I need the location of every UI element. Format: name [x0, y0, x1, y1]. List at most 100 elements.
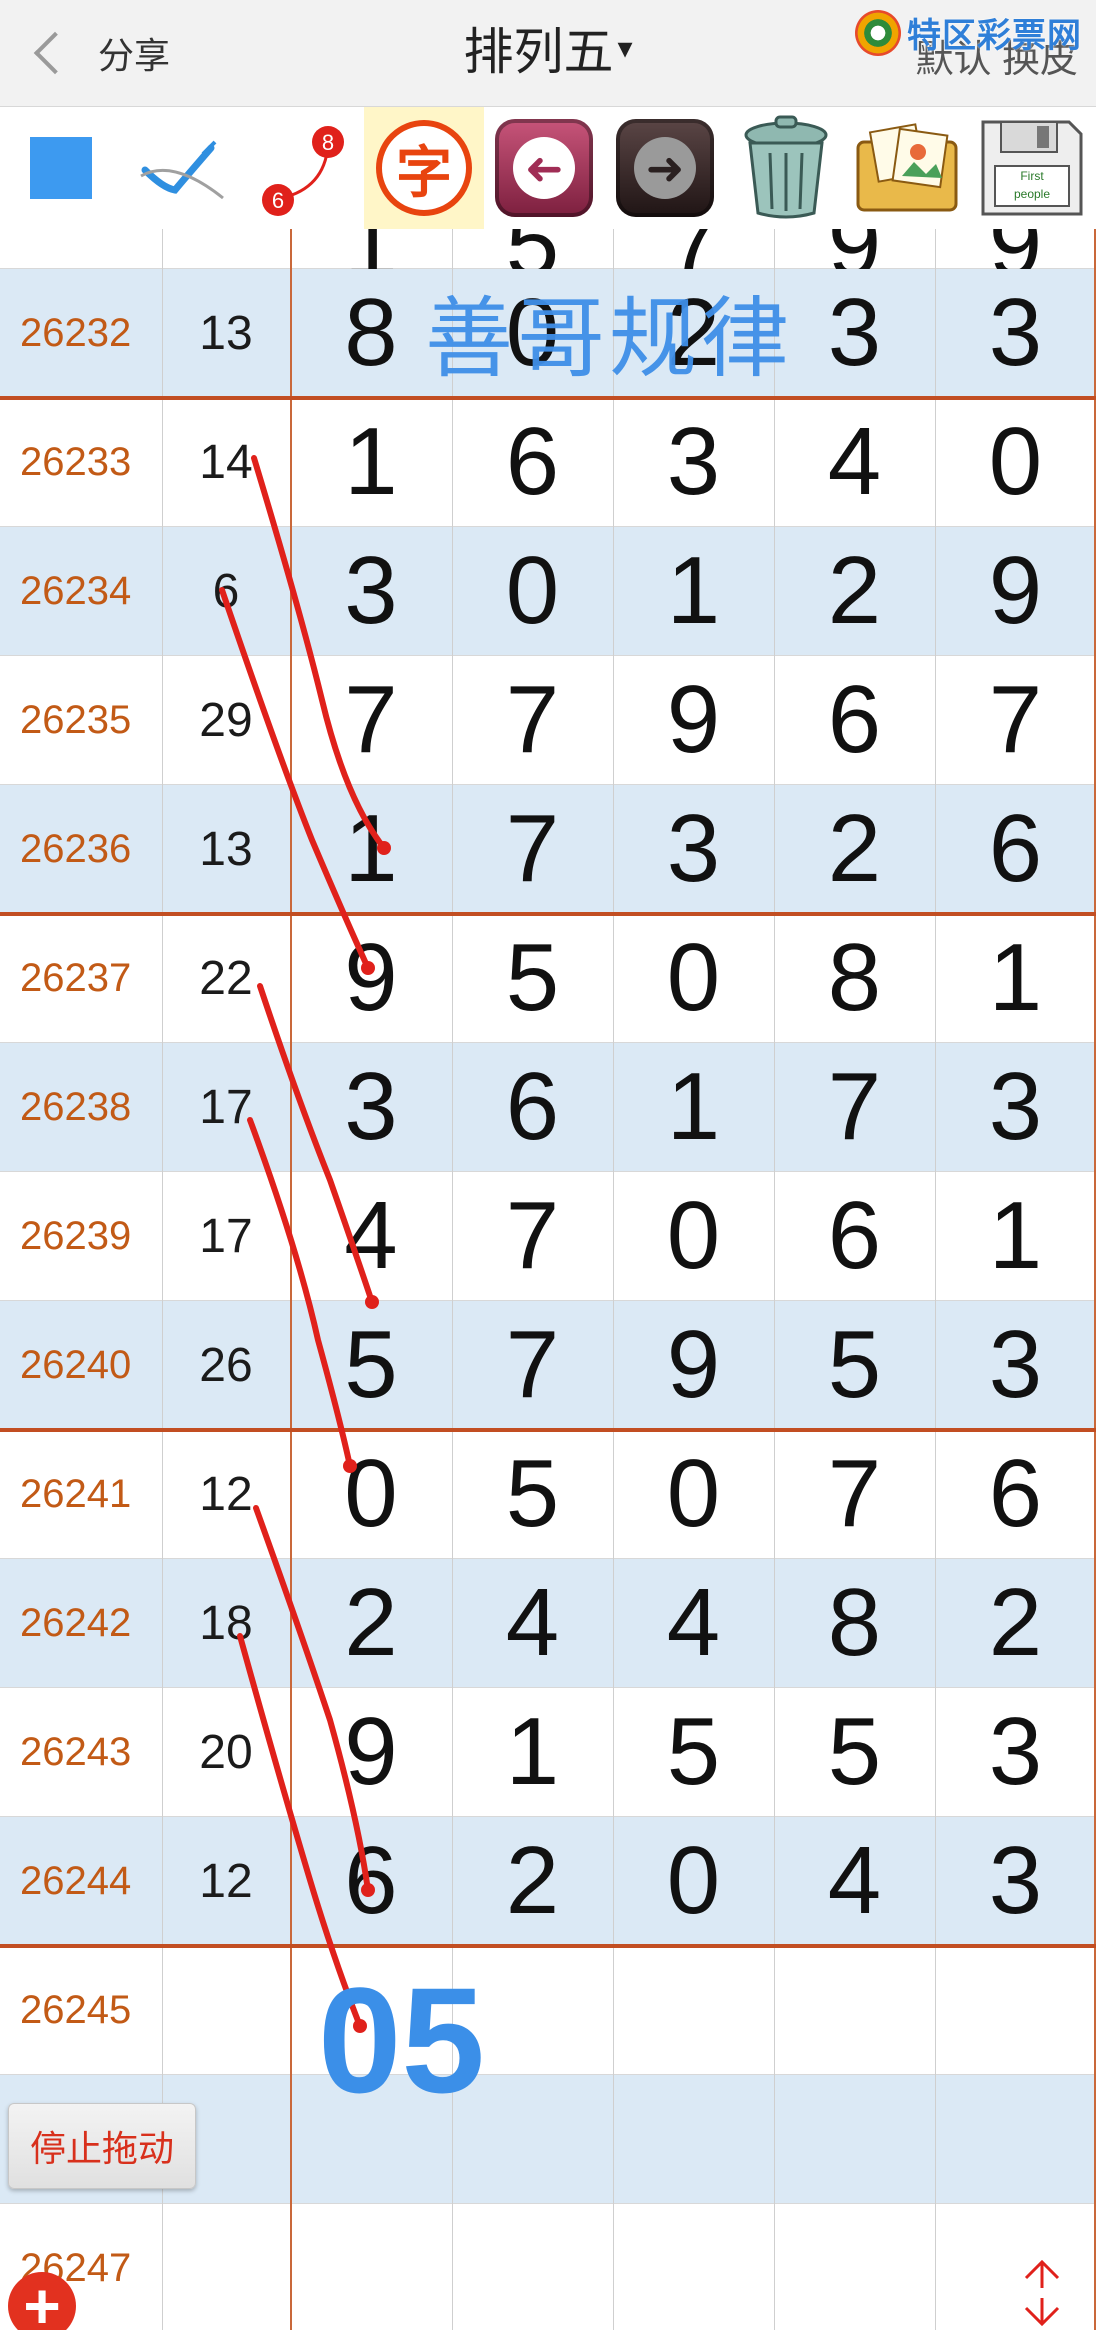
- table-row[interactable]: 26241 12 0 5 0 7 6: [0, 1430, 1096, 1559]
- digit-cell: 2: [666, 279, 721, 386]
- table-row[interactable]: 26237 22 9 5 0 8 1: [0, 914, 1096, 1043]
- digit-cell: 1: [344, 795, 398, 902]
- table-row[interactable]: 26247: [0, 2204, 1096, 2330]
- grid-column-divider: [162, 229, 163, 2330]
- table-row[interactable]: 26245: [0, 1946, 1096, 2075]
- grid-column-divider: [290, 229, 292, 2330]
- digit-cell: 7: [666, 229, 721, 297]
- digit-cell: 1: [988, 924, 1043, 1031]
- table-row[interactable]: 26236 13 1 7 3 2 6: [0, 785, 1096, 914]
- digit-cell: 1: [344, 408, 398, 515]
- digit-cell: 3: [666, 408, 721, 515]
- period-cell: 26241: [20, 1471, 132, 1516]
- digit-cell: 5: [666, 1698, 721, 1805]
- digit-cell: 2: [827, 795, 882, 902]
- digit-cell: 9: [666, 666, 721, 773]
- connect-line-tool[interactable]: 8 6: [244, 107, 364, 229]
- digit-cell: 8: [827, 924, 882, 1031]
- text-tool[interactable]: 字: [364, 107, 484, 229]
- period-cell: 26242: [20, 1600, 132, 1645]
- table-row[interactable]: 26233 14 1 6 3 4 0: [0, 398, 1096, 527]
- digit-cell: 6: [988, 795, 1043, 902]
- digit-cell: 5: [827, 1311, 882, 1418]
- digit-cell: 7: [988, 666, 1043, 773]
- digit-cell: 7: [505, 666, 560, 773]
- floppy-label-first: First: [1020, 169, 1044, 183]
- clear-button[interactable]: [726, 107, 846, 229]
- period-cell: 26232: [20, 310, 132, 355]
- scroll-updown-icon[interactable]: [1020, 2258, 1064, 2328]
- digit-cell: 2: [827, 537, 882, 644]
- checkmark-pen-tool[interactable]: [122, 107, 244, 229]
- photo-album-icon: [856, 123, 958, 212]
- digit-cell: 6: [827, 1182, 882, 1289]
- default-skin-button[interactable]: 默认 换皮: [915, 28, 1078, 83]
- floppy-disk-icon: First people: [981, 120, 1083, 216]
- table-row[interactable]: 26234 6 3 0 1 2 9: [0, 527, 1096, 656]
- table-row[interactable]: 26238 17 3 6 1 7 3: [0, 1043, 1096, 1172]
- digit-cell: 1: [505, 1698, 560, 1805]
- digit-cell: 6: [827, 666, 882, 773]
- digit-cell: 3: [827, 279, 882, 386]
- table-row[interactable]: 26239 17 4 7 0 6 1: [0, 1172, 1096, 1301]
- period-cell: 26243: [20, 1729, 132, 1774]
- floppy-label-people: people: [1014, 187, 1050, 201]
- period-cell: 26238: [20, 1084, 132, 1129]
- redo-button[interactable]: ➜: [604, 107, 726, 229]
- digit-cell: 0: [666, 1827, 721, 1934]
- blue-square-icon: [30, 137, 92, 199]
- undo-button[interactable]: ➜: [484, 107, 604, 229]
- lottery-type-dropdown[interactable]: 排列五 ▾: [463, 12, 632, 84]
- table-row[interactable]: 26244 12 6 2 0 4 3: [0, 1817, 1096, 1946]
- period-cell: 26234: [20, 568, 132, 613]
- digit-cell: 5: [505, 229, 560, 297]
- album-button[interactable]: [846, 107, 968, 229]
- table-row-partial: 1 5 7 9 9: [0, 229, 1096, 297]
- checkmark-pen-icon: [140, 140, 224, 200]
- digit-cell: [935, 2204, 1096, 2330]
- table-row[interactable]: 26242 18 2 4 4 8 2: [0, 1559, 1096, 1688]
- link-label-8: 8: [322, 130, 334, 155]
- page-title: 排列五: [463, 24, 614, 80]
- sum-cell: 13: [199, 306, 253, 360]
- table-row[interactable]: 26232 13 8 0 2 3 3: [0, 269, 1096, 398]
- period-cell: 26244: [20, 1858, 132, 1903]
- digit-cell: 7: [827, 1440, 882, 1547]
- period-cell: 26233: [20, 439, 132, 484]
- digit-cell: 3: [988, 279, 1043, 386]
- table-row[interactable]: 26243 20 9 1 5 5 3: [0, 1688, 1096, 1817]
- sum-cell: 6: [212, 564, 240, 618]
- drawing-toolbar: 8 6 字 ➜ ➜ First people: [0, 107, 1096, 229]
- digit-cell: 0: [505, 279, 560, 386]
- digit-cell: 8: [827, 1569, 882, 1676]
- digit-cell: [613, 2204, 774, 2330]
- digit-cell: 9: [344, 924, 398, 1031]
- digit-cell: [935, 1946, 1096, 2074]
- chevron-left-icon: [33, 31, 77, 75]
- digit-cell: 7: [505, 1311, 560, 1418]
- stop-drag-button[interactable]: 停止拖动: [8, 2103, 196, 2189]
- save-button[interactable]: First people: [968, 107, 1096, 229]
- arrow-left-icon: ➜: [495, 119, 593, 217]
- digit-cell: 0: [344, 1440, 398, 1547]
- digit-cell: 0: [666, 1440, 721, 1547]
- digit-cell: [774, 2075, 935, 2203]
- digit-cell: 3: [344, 1053, 398, 1160]
- digit-cell: 2: [988, 1569, 1043, 1676]
- digit-cell: 4: [827, 408, 882, 515]
- table-row[interactable]: 26235 29 7 7 9 6 7: [0, 656, 1096, 785]
- blue-square-tool[interactable]: [0, 107, 122, 229]
- back-share-button[interactable]: 分享: [30, 22, 190, 84]
- digit-cell: 3: [988, 1827, 1043, 1934]
- digit-cell: 3: [988, 1053, 1043, 1160]
- grid-column-divider: [935, 229, 936, 2330]
- digit-cell: 0: [505, 537, 560, 644]
- digit-cell: 4: [344, 1182, 398, 1289]
- period-cell: 26235: [20, 697, 132, 742]
- app-root: 分享 排列五 ▾ 默认 换皮 特区彩票网 8 6 字 ➜ ➜ First peo…: [0, 0, 1096, 2330]
- share-label: 分享: [98, 35, 171, 76]
- table-row[interactable]: 26240 26 5 7 9 5 3: [0, 1301, 1096, 1430]
- digit-cell: 5: [505, 1440, 560, 1547]
- digit-cell: 4: [666, 1569, 721, 1676]
- link-6-8-icon: 8 6: [262, 126, 344, 216]
